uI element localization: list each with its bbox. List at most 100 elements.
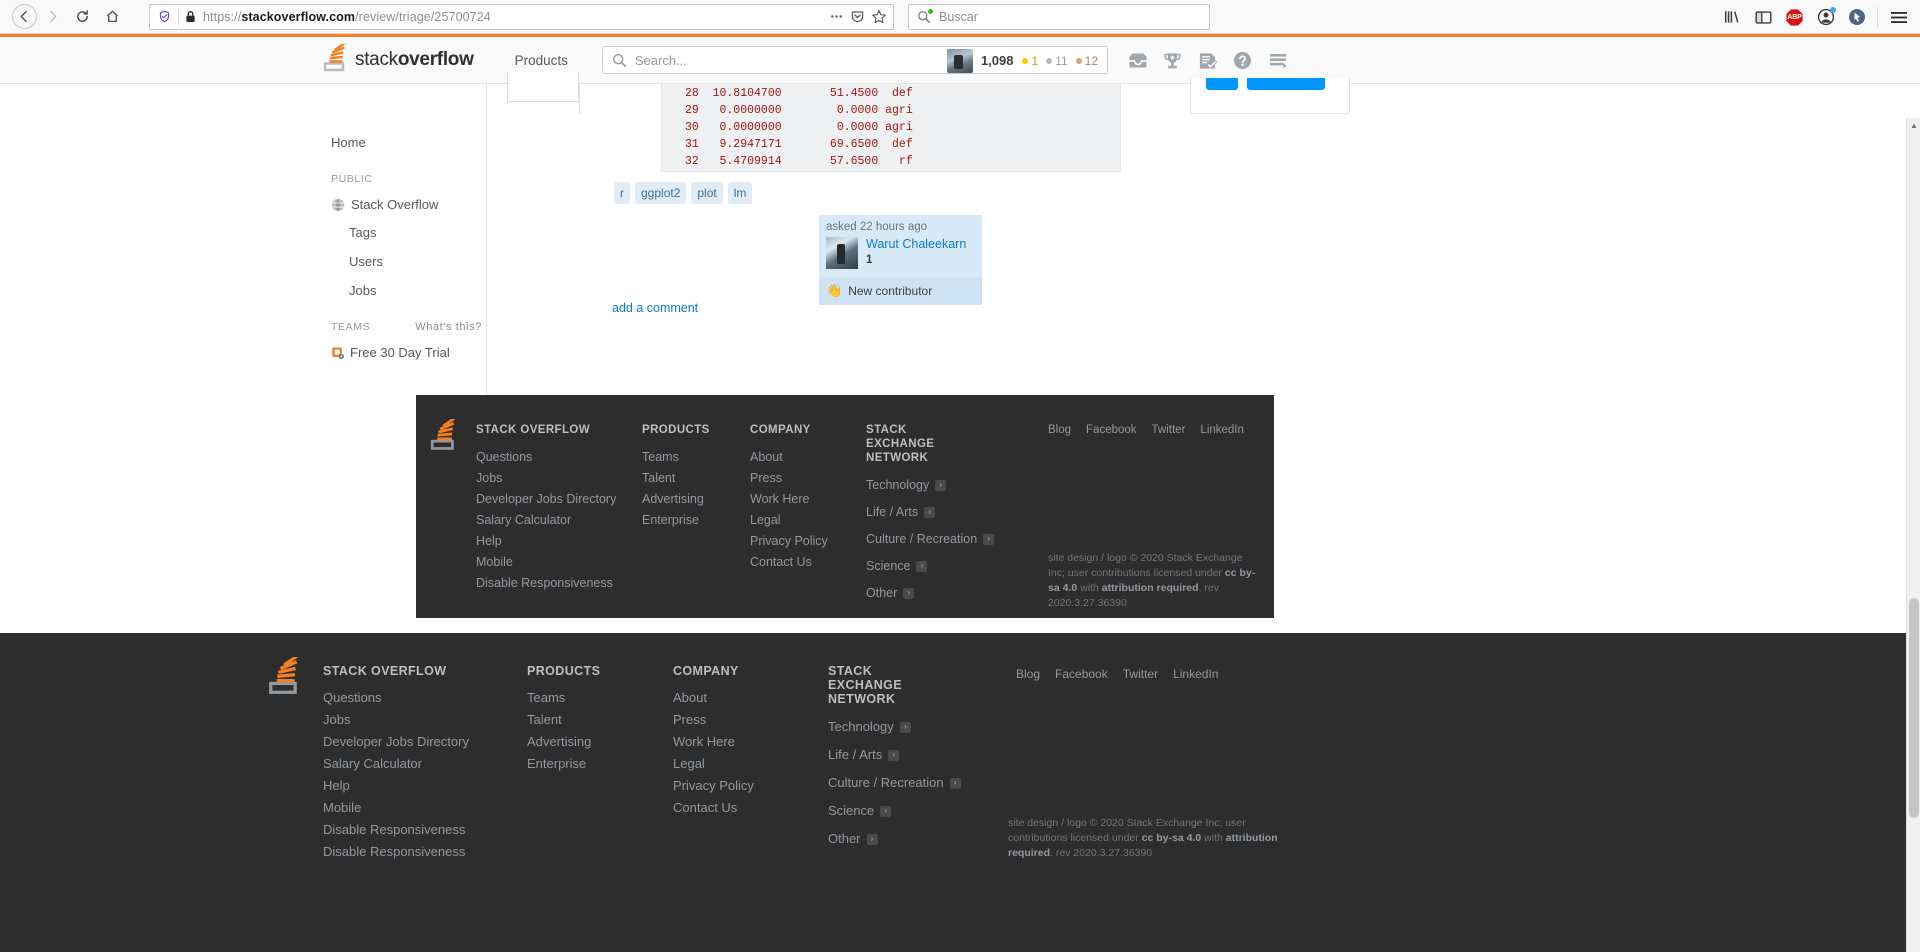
footer-link[interactable]: Disable Responsiveness [476, 576, 636, 590]
footer-link[interactable]: Life / Arts › [866, 505, 1001, 519]
footer-link[interactable]: Developer Jobs Directory [476, 492, 636, 506]
footer-link[interactable]: About [673, 691, 813, 705]
footer-link[interactable]: Questions [476, 450, 636, 464]
footer-link[interactable]: Disable Responsiveness [323, 823, 523, 837]
footer-social-twitter[interactable]: Twitter [1152, 424, 1186, 436]
footer-link[interactable]: Contact Us [750, 555, 860, 569]
pocket-icon[interactable] [1841, 2, 1872, 33]
avatar[interactable] [946, 48, 973, 73]
asked-time[interactable]: 22 hours ago [860, 221, 927, 233]
tag-plot[interactable]: plot [691, 182, 723, 204]
footer-link[interactable]: Life / Arts › [828, 748, 998, 762]
sidebar-item-users[interactable]: Users [323, 247, 486, 276]
footer-social-facebook[interactable]: Facebook [1055, 667, 1108, 681]
tag-lm[interactable]: lm [727, 182, 753, 204]
footer-link[interactable]: Talent [642, 471, 752, 485]
sidebar-item-tags[interactable]: Tags [323, 218, 486, 247]
inbox-icon[interactable] [1120, 45, 1155, 77]
copyright-license-link[interactable]: cc by-sa 4.0 [1142, 832, 1202, 844]
footer-link[interactable]: Science › [828, 804, 998, 818]
scroll-up-arrow-icon[interactable]: ▲ [1907, 118, 1920, 132]
gold-badge-count[interactable]: 1 [1022, 54, 1038, 68]
footer-social-linkedin[interactable]: LinkedIn [1200, 424, 1243, 436]
page-actions-ellipsis-icon[interactable] [829, 9, 844, 24]
review-action-buttons-partial[interactable] [1190, 78, 1350, 114]
page-scrollbar[interactable]: ▲ ▼ [1906, 118, 1920, 952]
footer-link[interactable]: Contact Us [673, 801, 813, 815]
footer-social-linkedin[interactable]: LinkedIn [1173, 667, 1218, 681]
footer-link[interactable]: Privacy Policy [673, 779, 813, 793]
help-icon[interactable] [1225, 45, 1260, 77]
footer-link[interactable]: Other › [866, 586, 1001, 600]
footer-link[interactable]: Help [323, 779, 523, 793]
footer-link[interactable]: Other › [828, 832, 998, 846]
footer-social-facebook[interactable]: Facebook [1086, 424, 1137, 436]
footer-link[interactable]: Technology › [866, 478, 1001, 492]
reputation-count[interactable]: 1,098 [981, 53, 1014, 68]
footer-link[interactable]: Privacy Policy [750, 534, 860, 548]
browser-search-bar[interactable]: Buscar [908, 3, 1210, 30]
sidebar-item-free-trial[interactable]: Free 30 Day Trial [323, 339, 486, 366]
review-button-1[interactable] [1206, 78, 1238, 90]
author-name[interactable]: Warut Chaleekarn [866, 237, 966, 252]
account-icon[interactable] [1810, 2, 1841, 33]
footer-social-twitter[interactable]: Twitter [1123, 667, 1158, 681]
lock-icon[interactable] [185, 10, 196, 23]
bookmark-star-icon[interactable] [871, 9, 887, 25]
footer-link[interactable]: Help [476, 534, 636, 548]
footer-link[interactable]: Science › [866, 559, 1001, 573]
footer-link[interactable]: Culture / Recreation › [866, 532, 1001, 546]
footer-link[interactable]: Salary Calculator [323, 757, 523, 771]
footer-link[interactable]: Salary Calculator [476, 513, 636, 527]
tracking-protection-shield-icon[interactable] [158, 10, 171, 23]
footer-link[interactable]: Technology › [828, 720, 998, 734]
footer-link[interactable]: Legal [673, 757, 813, 771]
adblock-plus-icon[interactable]: ABP [1779, 2, 1810, 33]
footer-link[interactable]: Teams [642, 450, 752, 464]
sidebar-item-jobs[interactable]: Jobs [323, 276, 486, 305]
sidebar-icon[interactable] [1748, 2, 1779, 33]
footer-link[interactable]: Legal [750, 513, 860, 527]
sidebar-item-home[interactable]: Home [323, 128, 486, 157]
footer-link[interactable]: Disable Responsiveness [323, 845, 523, 859]
footer-social-blog[interactable]: Blog [1048, 424, 1071, 436]
tag-r[interactable]: r [614, 182, 630, 204]
bronze-badge-count[interactable]: 12 [1075, 54, 1098, 68]
footer-link[interactable]: Developer Jobs Directory [323, 735, 523, 749]
add-a-comment-link[interactable]: add a comment [612, 301, 698, 315]
silver-badge-count[interactable]: 11 [1046, 54, 1068, 68]
library-icon[interactable] [1717, 2, 1748, 33]
footer-link[interactable]: Talent [527, 713, 667, 727]
site-switcher-icon[interactable] [1260, 45, 1295, 77]
review-queues-icon[interactable] [1190, 45, 1225, 77]
footer-link[interactable]: Work Here [673, 735, 813, 749]
whats-this-link[interactable]: What's this? [415, 321, 482, 333]
home-icon[interactable] [97, 2, 127, 32]
review-button-2[interactable] [1247, 78, 1325, 90]
pocket-save-icon[interactable] [850, 9, 865, 24]
footer-link[interactable]: Questions [323, 691, 523, 705]
footer-link[interactable]: About [750, 450, 860, 464]
footer-logo-icon[interactable] [430, 417, 458, 454]
reload-icon[interactable] [67, 2, 97, 32]
footer-link[interactable]: Mobile [323, 801, 523, 815]
stackoverflow-logo[interactable]: stackoverflow [323, 41, 474, 77]
footer-link[interactable]: Jobs [323, 713, 523, 727]
footer-link[interactable]: Advertising [527, 735, 667, 749]
footer-link[interactable]: Press [673, 713, 813, 727]
footer-link[interactable]: Culture / Recreation › [828, 776, 998, 790]
footer-link[interactable]: Teams [527, 691, 667, 705]
footer-social-blog[interactable]: Blog [1016, 667, 1040, 681]
achievements-trophy-icon[interactable] [1155, 45, 1190, 77]
footer-logo-icon[interactable] [268, 654, 302, 698]
footer-link[interactable]: Enterprise [527, 757, 667, 771]
url-bar[interactable]: https://stackoverflow.com/review/triage/… [149, 3, 894, 30]
footer-link[interactable]: Mobile [476, 555, 636, 569]
footer-link[interactable]: Enterprise [642, 513, 752, 527]
tag-ggplot2[interactable]: ggplot2 [635, 182, 687, 204]
footer-link[interactable]: Press [750, 471, 860, 485]
footer-link[interactable]: Advertising [642, 492, 752, 506]
scrollbar-thumb[interactable] [1909, 598, 1919, 818]
back-icon[interactable] [12, 4, 37, 29]
copyright-attribution-link[interactable]: attribution required [1102, 582, 1199, 594]
